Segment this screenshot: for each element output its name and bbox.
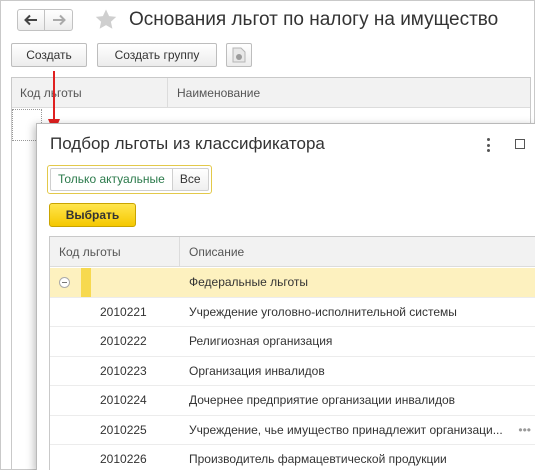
row-description: Дочернее предприятие организации инвалид… <box>189 393 455 407</box>
column-name[interactable]: Наименование <box>177 78 260 108</box>
group-marker <box>81 268 91 297</box>
row-code: 2010224 <box>100 393 147 407</box>
actuality-filter: Только актуальные Все <box>47 165 212 194</box>
classifier-table-header: Код льготы Описание <box>50 237 535 267</box>
column-code[interactable]: Код льготы <box>59 237 121 267</box>
row-code: 2010221 <box>100 304 147 319</box>
column-description[interactable]: Описание <box>189 237 244 267</box>
table-row[interactable]: 2010221 Учреждение уголовно-исполнительн… <box>50 298 535 327</box>
more-text-icon: ••• <box>518 422 531 437</box>
create-group-button[interactable]: Создать группу <box>97 43 217 67</box>
table-row[interactable]: 2010224 Дочернее предприятие организации… <box>50 386 535 416</box>
group-label: Федеральные льготы <box>189 275 308 289</box>
row-description: Производитель фармацевтической продукции <box>189 452 447 466</box>
maximize-icon[interactable] <box>515 139 525 149</box>
filter-only-actual[interactable]: Только актуальные <box>50 168 173 191</box>
column-divider <box>167 78 168 108</box>
row-code: 2010225 <box>100 422 147 437</box>
outer-list-header: Код льготы Наименование <box>12 78 530 108</box>
row-code: 2010223 <box>100 363 147 378</box>
table-row[interactable]: 2010225 Учреждение, чье имущество принад… <box>50 416 535 445</box>
row-description: Учреждение уголовно-исполнительной систе… <box>189 304 457 319</box>
row-description: Учреждение, чье имущество принадлежит ор… <box>189 422 503 437</box>
favorite-star-icon[interactable] <box>94 8 118 32</box>
table-row[interactable]: 2010222 Религиозная организация <box>50 327 535 357</box>
row-description: Организация инвалидов <box>189 363 325 378</box>
row-description: Религиозная организация <box>189 334 333 348</box>
document-button[interactable] <box>226 43 252 67</box>
column-divider <box>179 237 180 267</box>
classifier-table: Код льготы Описание Федеральные льготы 2… <box>49 236 535 470</box>
forward-button[interactable] <box>45 9 73 31</box>
document-icon <box>232 47 246 63</box>
benefit-picker-dialog: Подбор льготы из классификатора Только а… <box>36 123 535 470</box>
create-button[interactable]: Создать <box>11 43 87 67</box>
table-rows: Федеральные льготы 2010221 Учреждение уг… <box>50 268 535 470</box>
table-row[interactable]: 2010226 Производитель фармацевтической п… <box>50 445 535 470</box>
dialog-title: Подбор льготы из классификатора <box>50 134 325 153</box>
table-row[interactable]: 2010223 Организация инвалидов <box>50 357 535 386</box>
group-row[interactable]: Федеральные льготы <box>50 268 535 298</box>
filter-all[interactable]: Все <box>172 168 209 191</box>
main-window: Основания льгот по налогу на имущество С… <box>0 0 535 470</box>
back-button[interactable] <box>17 9 45 31</box>
row-code: 2010226 <box>100 452 147 466</box>
select-button[interactable]: Выбрать <box>49 203 136 227</box>
collapse-icon[interactable] <box>59 277 70 288</box>
forward-arrow-icon <box>52 14 66 26</box>
row-code: 2010222 <box>100 334 147 348</box>
more-menu-icon[interactable] <box>483 136 493 154</box>
back-arrow-icon <box>24 14 37 26</box>
page-title: Основания льгот по налогу на имущество <box>129 9 499 30</box>
